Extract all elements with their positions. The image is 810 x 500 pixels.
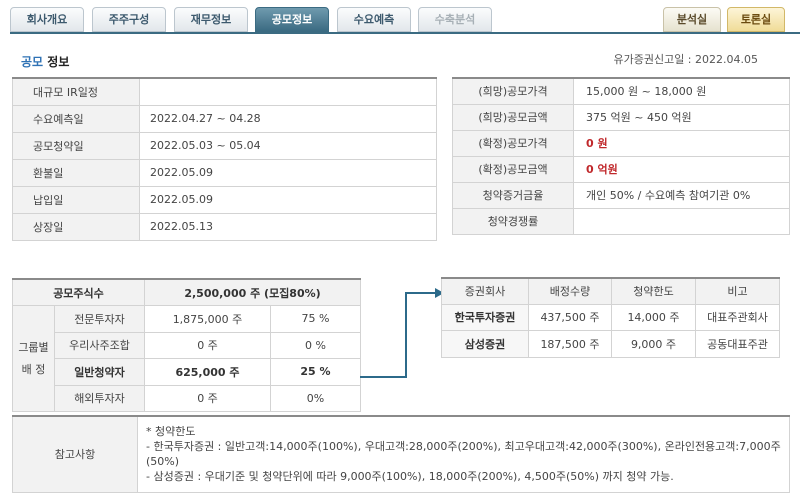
row-value: 2022.04.27 ~ 04.28	[139, 104, 437, 133]
broker-qty: 187,500 주	[528, 330, 612, 358]
row-label: 수요예측일	[12, 104, 140, 133]
tab-demand-forecast[interactable]: 수요예측	[337, 7, 411, 32]
row-label: 대규모 IR일정	[12, 77, 140, 106]
row-value: 375 억원 ~ 450 억원	[573, 103, 790, 131]
table-row: 우리사주조합 0 주 0 %	[13, 331, 361, 359]
broker-name: 삼성증권	[441, 330, 529, 358]
table-row: (희망)공모금액 375 억원 ~ 450 억원	[452, 103, 790, 131]
row-pct: 0 %	[270, 331, 361, 359]
broker-note: 공동대표주관	[695, 330, 780, 358]
table-row: 납입일 2022.05.09	[12, 185, 437, 214]
row-shares: 0 주	[144, 384, 271, 412]
reference-line: - 삼성증권 : 우대기준 및 청약단위에 따라 9,000주(100%), 1…	[146, 470, 674, 484]
total-shares-value: 2,500,000 주 (모집80%)	[144, 278, 361, 306]
broker-note: 대표주관회사	[695, 303, 780, 331]
row-label: (희망)공모가격	[452, 77, 574, 105]
page-title: 공모 정보	[21, 53, 69, 70]
row-value	[139, 77, 437, 106]
row-label: 상장일	[12, 212, 140, 241]
row-pct: 25 %	[270, 358, 361, 386]
offering-table: (희망)공모가격 15,000 원 ~ 18,000 원 (희망)공모금액 375 …	[452, 77, 790, 235]
tab-financials[interactable]: 재무정보	[174, 7, 248, 32]
table-row: 참고사항 * 청약한도 - 한국투자증권 : 일반고객:14,000주(100%…	[12, 415, 790, 493]
row-value	[573, 207, 790, 235]
page-title-rest: 정보	[47, 55, 70, 69]
confirmed-amount-value: 0 억원	[573, 155, 790, 183]
reference-table: 참고사항 * 청약한도 - 한국투자증권 : 일반고객:14,000주(100%…	[12, 415, 790, 493]
reference-content: * 청약한도 - 한국투자증권 : 일반고객:14,000주(100%), 우대…	[137, 415, 790, 493]
tab-offering-info[interactable]: 공모정보	[255, 7, 329, 32]
tab-analysis[interactable]: 수축분석	[418, 7, 492, 32]
tab-analysis-room[interactable]: 분석실	[663, 7, 721, 32]
share-allocation-table: 공모주식수 2,500,000 주 (모집80%) 그룹별 배 정 전문투자자 …	[12, 278, 361, 412]
row-value: 2022.05.03 ~ 05.04	[139, 131, 437, 160]
group-allocation-label: 그룹별 배 정	[12, 305, 55, 412]
table-row: 청약증거금율 개인 50% / 수요예측 참여기관 0%	[452, 181, 790, 209]
row-label: 청약경쟁률	[452, 207, 574, 235]
tab-company-overview[interactable]: 회사개요	[10, 7, 84, 32]
row-pct: 75 %	[270, 305, 361, 333]
table-row: 공모주식수 2,500,000 주 (모집80%)	[12, 278, 361, 306]
row-value: 개인 50% / 수요예측 참여기관 0%	[573, 181, 790, 209]
table-row: (확정)공모금액 0 억원	[452, 155, 790, 183]
table-row: (희망)공모가격 15,000 원 ~ 18,000 원	[452, 77, 790, 105]
total-shares-label: 공모주식수	[12, 278, 145, 306]
row-label: 환불일	[12, 158, 140, 187]
table-row: 수요예측일 2022.04.27 ~ 04.28	[12, 104, 437, 133]
table-row: 한국투자증권 437,500 주 14,000 주 대표주관회사	[441, 303, 780, 331]
row-value: 2022.05.09	[139, 158, 437, 187]
page-title-highlight: 공모	[21, 55, 44, 69]
row-label: 해외투자자	[54, 384, 145, 412]
tab-shareholders[interactable]: 주주구성	[92, 7, 166, 32]
reference-line: - 한국투자증권 : 일반고객:14,000주(100%), 우대고객:28,0…	[146, 440, 781, 469]
column-header: 청약한도	[611, 277, 696, 305]
table-row: 상장일 2022.05.13	[12, 212, 437, 241]
group-label-line2: 배 정	[21, 362, 46, 376]
row-shares: 0 주	[144, 331, 271, 359]
table-row: 공모청약일 2022.05.03 ~ 05.04	[12, 131, 437, 160]
broker-name: 한국투자증권	[441, 303, 529, 331]
row-label: (확정)공모가격	[452, 129, 574, 157]
row-label: 청약증거금율	[452, 181, 574, 209]
broker-table: 증권회사 배정수량 청약한도 비고 한국투자증권 437,500 주 14,00…	[441, 277, 780, 358]
row-value: 15,000 원 ~ 18,000 원	[573, 77, 790, 105]
row-shares: 1,875,000 주	[144, 305, 271, 333]
table-row: 삼성증권 187,500 주 9,000 주 공동대표주관	[441, 330, 780, 358]
tab-underline	[10, 32, 800, 34]
arrow-connector-icon	[360, 288, 444, 378]
tab-bar: 회사개요 주주구성 재무정보 공모정보 수요예측 수축분석 분석실 토론실	[10, 7, 800, 33]
table-row: (확정)공모가격 0 원	[452, 129, 790, 157]
table-row: 환불일 2022.05.09	[12, 158, 437, 187]
schedule-table: 대규모 IR일정 수요예측일 2022.04.27 ~ 04.28 공모청약일 20…	[12, 77, 437, 241]
column-header: 배정수량	[528, 277, 612, 305]
confirmed-price-value: 0 원	[573, 129, 790, 157]
row-pct: 0%	[270, 384, 361, 412]
column-header: 비고	[695, 277, 780, 305]
row-shares: 625,000 주	[144, 358, 271, 386]
row-label: 납입일	[12, 185, 140, 214]
row-value: 2022.05.09	[139, 185, 437, 214]
row-label: (확정)공모금액	[452, 155, 574, 183]
row-value: 2022.05.13	[139, 212, 437, 241]
row-label: 일반청약자	[54, 358, 145, 386]
tab-discussion-room[interactable]: 토론실	[727, 7, 785, 32]
row-label: 공모청약일	[12, 131, 140, 160]
filing-date: 유가증권신고일 : 2022.04.05	[613, 53, 758, 66]
row-label: 전문투자자	[54, 305, 145, 333]
table-row: 청약경쟁률	[452, 207, 790, 235]
table-row: 일반청약자 625,000 주 25 %	[13, 358, 361, 386]
broker-qty: 437,500 주	[528, 303, 612, 331]
column-header: 증권회사	[441, 277, 529, 305]
table-row: 대규모 IR일정	[12, 77, 437, 106]
table-header-row: 증권회사 배정수량 청약한도 비고	[441, 277, 780, 305]
group-label-line1: 그룹별	[18, 340, 49, 354]
reference-label: 참고사항	[12, 415, 138, 493]
broker-limit: 9,000 주	[611, 330, 696, 358]
row-label: (희망)공모금액	[452, 103, 574, 131]
broker-limit: 14,000 주	[611, 303, 696, 331]
table-row: 해외투자자 0 주 0%	[13, 384, 361, 412]
table-row: 그룹별 배 정 전문투자자 1,875,000 주 75 %	[12, 305, 361, 412]
row-label: 우리사주조합	[54, 331, 145, 359]
reference-line: * 청약한도	[146, 425, 196, 439]
